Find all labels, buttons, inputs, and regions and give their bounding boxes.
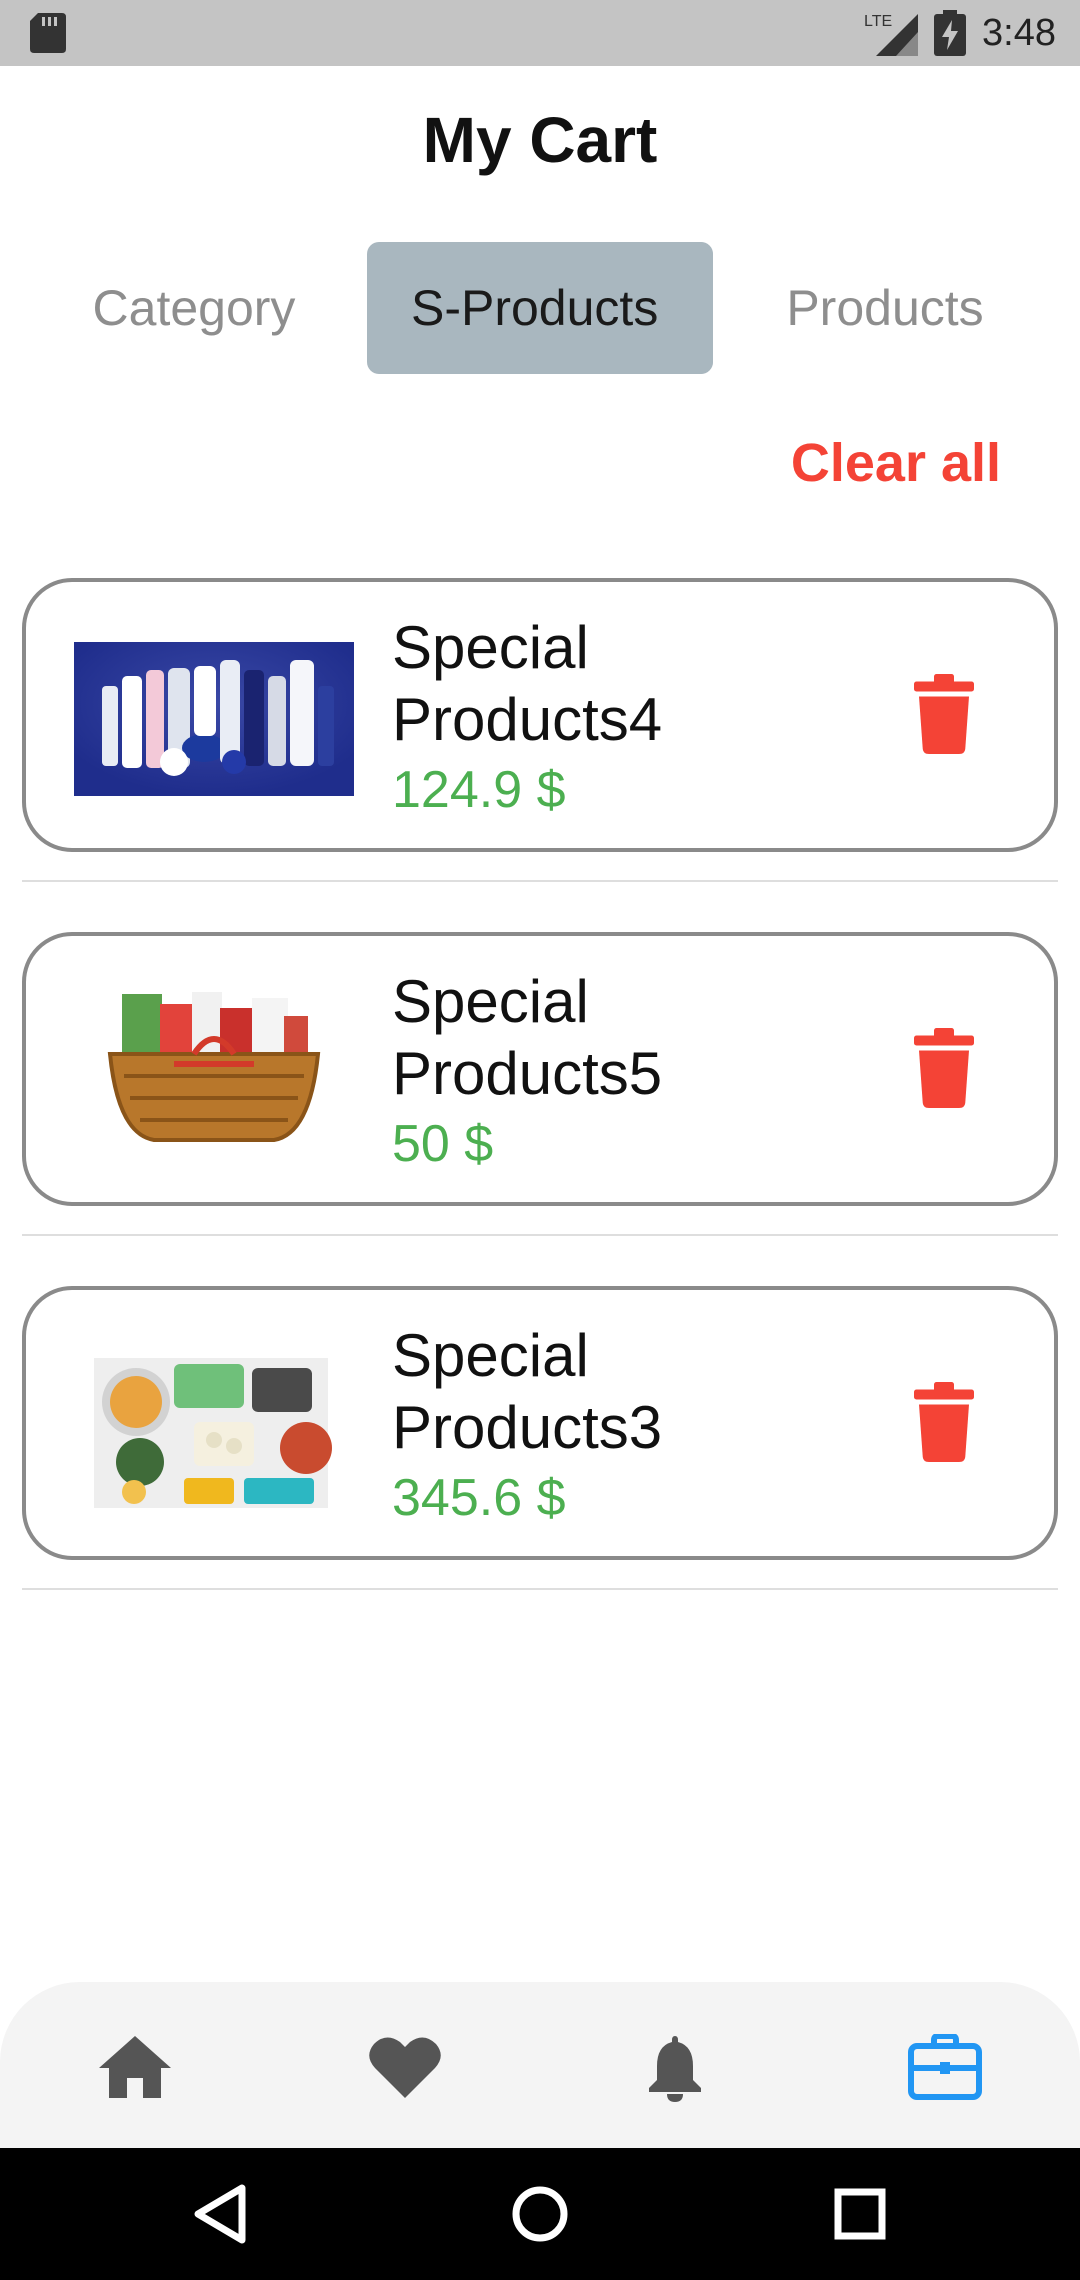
network-type-label: LTE xyxy=(864,13,892,30)
divider xyxy=(22,1588,1058,1590)
tab-category[interactable]: Category xyxy=(44,242,344,374)
cart-item[interactable]: Special Products4 124.9 $ xyxy=(22,578,1058,852)
nav-home[interactable] xyxy=(80,2012,190,2122)
cart-item[interactable]: Special Products3 345.6 $ xyxy=(22,1286,1058,1560)
sd-card-icon xyxy=(30,13,66,53)
delete-icon[interactable] xyxy=(914,1382,974,1462)
delete-icon[interactable] xyxy=(914,1028,974,1108)
nav-notifications[interactable] xyxy=(620,2012,730,2122)
home-button-icon[interactable] xyxy=(500,2174,580,2254)
tab-bar: Category S-Products Products xyxy=(0,242,1080,374)
battery-charging-icon xyxy=(934,10,966,56)
clear-all-button[interactable]: Clear all xyxy=(791,428,1001,498)
product-name: Special Products4 xyxy=(392,614,663,753)
nav-cart[interactable] xyxy=(890,2012,1000,2122)
product-price: 124.9 $ xyxy=(392,761,566,819)
product-price: 345.6 $ xyxy=(392,1469,566,1527)
status-bar: LTE 3:48 xyxy=(0,0,1080,66)
product-image xyxy=(74,642,354,796)
nav-favorites[interactable] xyxy=(350,2012,460,2122)
heart-icon xyxy=(369,2037,441,2098)
divider xyxy=(22,1234,1058,1236)
signal-icon: LTE xyxy=(864,13,918,56)
product-image xyxy=(107,992,321,1142)
product-name: Special Products5 xyxy=(392,968,663,1107)
bottom-nav xyxy=(0,1982,1080,2148)
back-icon[interactable] xyxy=(180,2174,260,2254)
product-name: Special Products3 xyxy=(392,1322,663,1461)
bell-icon xyxy=(649,2036,701,2102)
system-nav-bar xyxy=(0,2148,1080,2280)
product-image xyxy=(94,1358,332,1508)
recents-icon[interactable] xyxy=(820,2174,900,2254)
product-price: 50 $ xyxy=(392,1115,494,1173)
briefcase-icon xyxy=(908,2034,982,2100)
tab-s-products-label: S-Products xyxy=(411,280,659,336)
home-icon xyxy=(99,2036,171,2098)
tab-s-products[interactable]: S-Products xyxy=(367,242,713,374)
tab-products[interactable]: Products xyxy=(740,242,1030,374)
divider xyxy=(22,880,1058,882)
page-title: My Cart xyxy=(422,104,658,176)
status-time: 3:48 xyxy=(982,12,1056,54)
delete-icon[interactable] xyxy=(914,674,974,754)
cart-item[interactable]: Special Products5 50 $ xyxy=(22,932,1058,1206)
